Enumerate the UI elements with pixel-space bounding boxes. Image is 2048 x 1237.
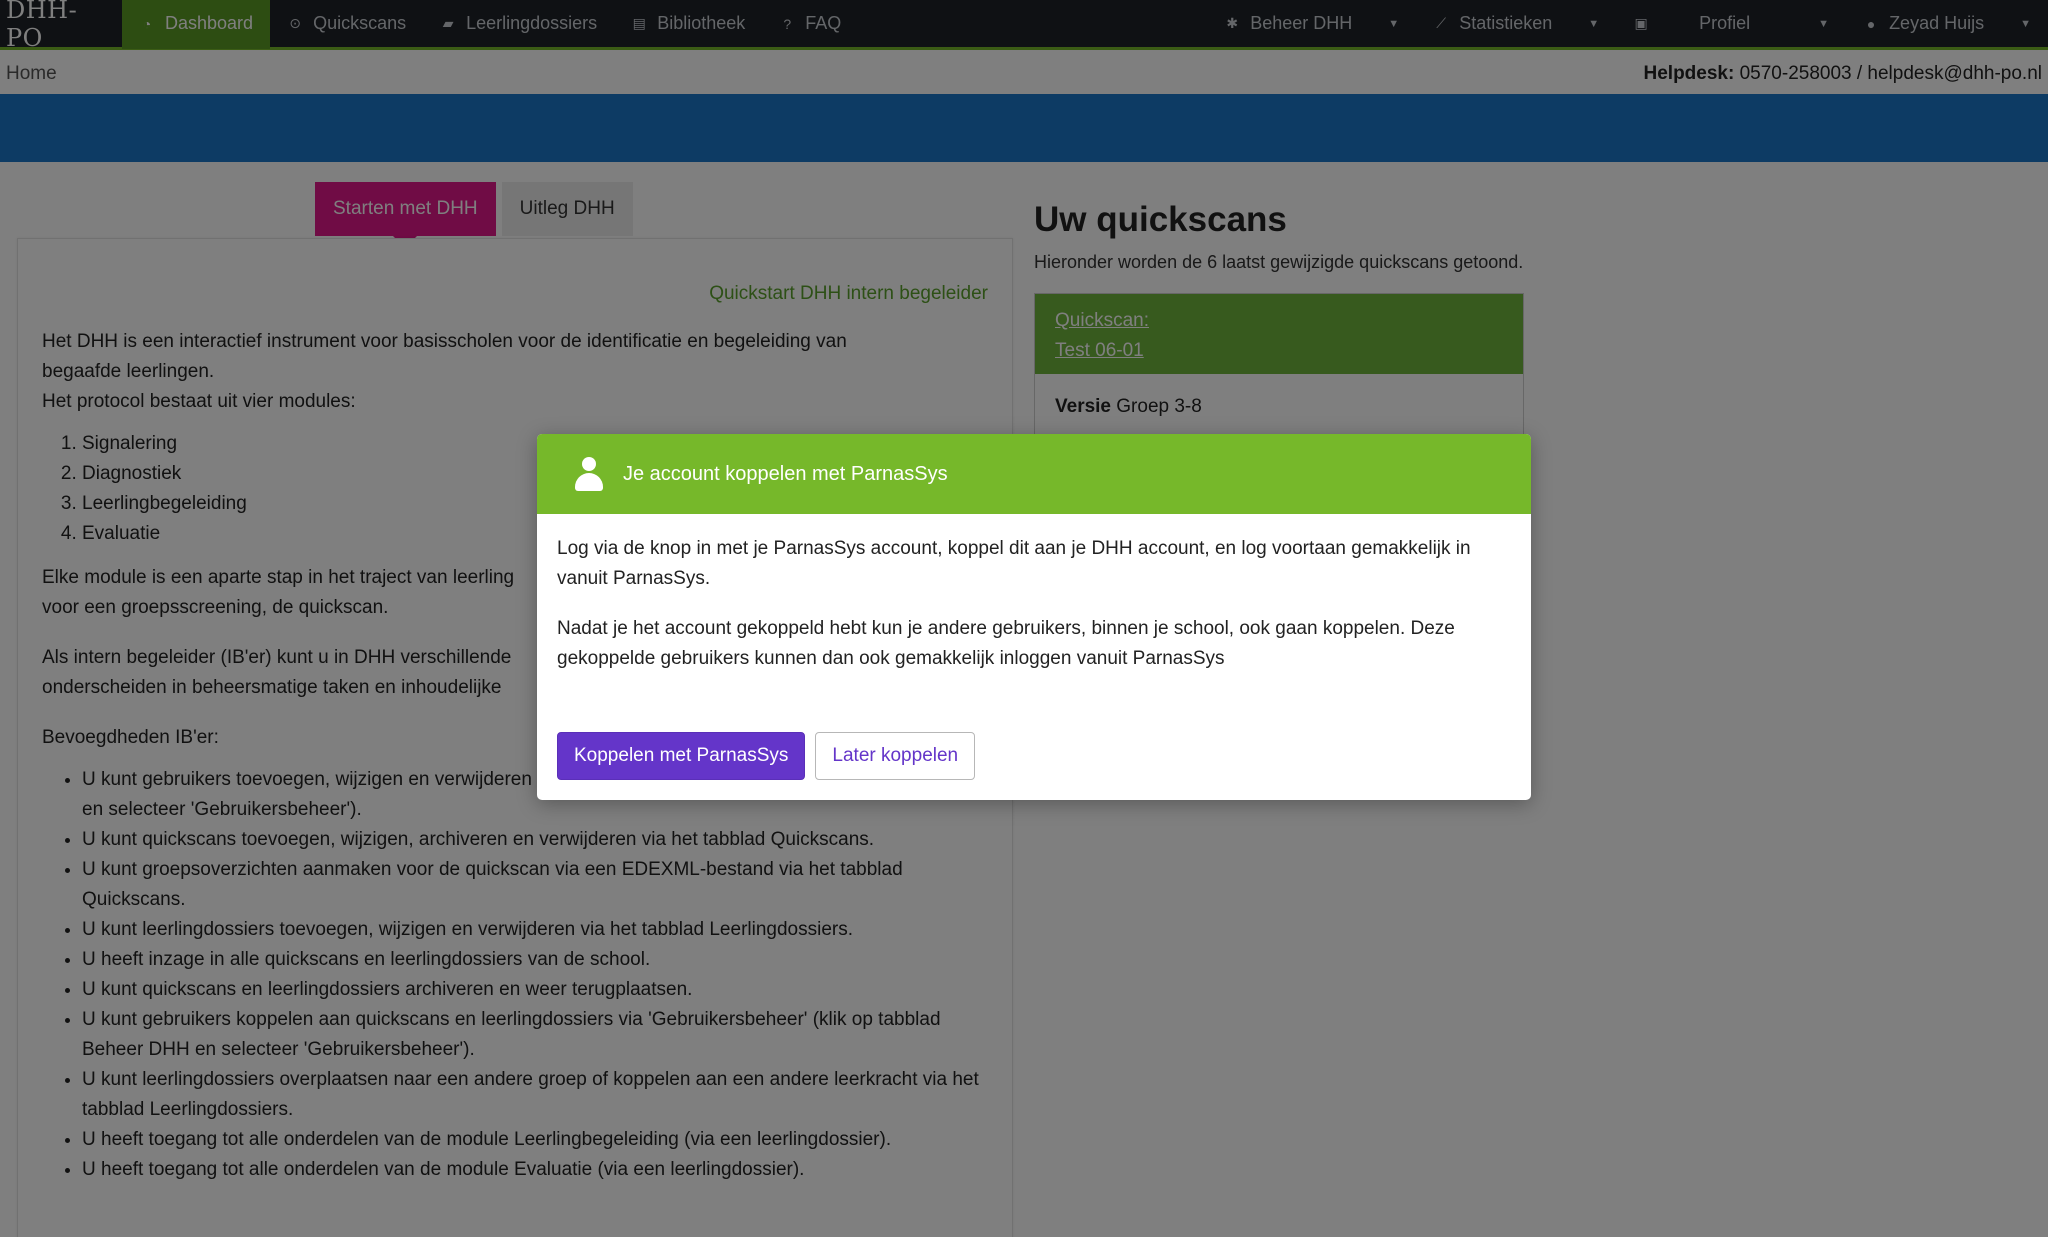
modal-header: Je account koppelen met ParnasSys: [537, 434, 1531, 514]
parnassys-modal: Je account koppelen met ParnasSys Log vi…: [537, 434, 1531, 800]
modal-paragraph-1: Log via de knop in met je ParnasSys acco…: [557, 538, 1471, 589]
modal-paragraph-2: Nadat je het account gekoppeld hebt kun …: [557, 618, 1455, 669]
modal-actions: Koppelen met ParnasSys Later koppelen: [557, 732, 976, 780]
later-koppelen-button[interactable]: Later koppelen: [815, 732, 976, 780]
koppelen-button[interactable]: Koppelen met ParnasSys: [557, 732, 806, 780]
user-icon: [575, 457, 603, 491]
modal-body: Log via de knop in met je ParnasSys acco…: [537, 514, 1531, 674]
modal-title: Je account koppelen met ParnasSys: [623, 462, 948, 485]
